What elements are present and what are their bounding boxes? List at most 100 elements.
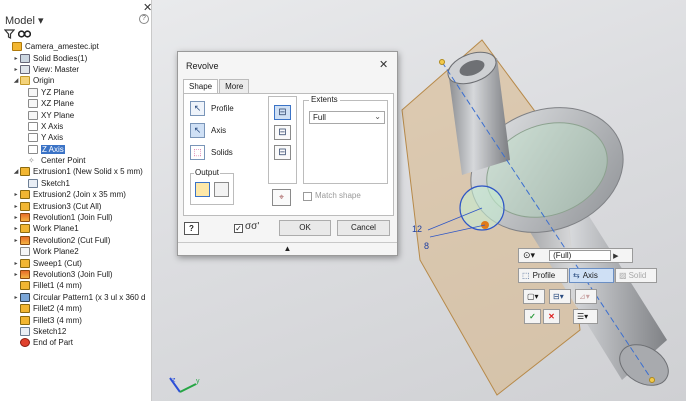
expand-toggle-icon[interactable]: ▸: [12, 271, 20, 278]
tab-shape[interactable]: Shape: [183, 79, 219, 93]
feature-icon: [20, 190, 30, 200]
tree-item[interactable]: Sketch1: [0, 178, 151, 189]
help-icon[interactable]: ?: [139, 14, 149, 24]
tree-item[interactable]: ◢ Extrusion1 (New Solid x 5 mm): [0, 166, 151, 177]
tree-item[interactable]: Work Plane2: [0, 246, 151, 257]
direction-flipped-button[interactable]: ⊟: [274, 125, 291, 140]
filter-icon[interactable]: [4, 29, 15, 39]
revolve-icon: [20, 270, 30, 279]
direction-symmetric-button[interactable]: ⊟: [274, 145, 291, 160]
mini-extents-select[interactable]: (Full): [549, 250, 612, 261]
mini-output-button[interactable]: ▢▾: [523, 289, 545, 304]
eop-icon: [20, 338, 30, 348]
solids-select-icon[interactable]: ⬚: [190, 145, 205, 160]
tree-item[interactable]: Fillet2 (4 mm): [0, 303, 151, 314]
output-label: Output: [194, 168, 221, 177]
tree-item[interactable]: ▸ Extrusion3 (Cut All): [0, 200, 151, 211]
svg-text:z: z: [172, 377, 176, 384]
mini-toolbar-extents[interactable]: ⊙▾ (Full) ▶: [518, 248, 633, 263]
direction-buttons: ⊟ ⊟ ⊟: [268, 96, 297, 184]
revolve-mode-icon[interactable]: ⊙▾: [523, 250, 535, 261]
mini-profile-button[interactable]: ⬚ Profile: [518, 268, 568, 283]
ok-button[interactable]: OK: [279, 220, 331, 236]
tree-item[interactable]: ✧ Center Point: [0, 155, 151, 166]
expand-toggle-icon[interactable]: ▸: [12, 214, 20, 221]
output-surface-button[interactable]: [214, 182, 229, 197]
mini-options-button[interactable]: ☰▾: [573, 309, 598, 324]
tree-item[interactable]: Fillet1 (4 mm): [0, 280, 151, 291]
output-group: Output: [190, 168, 234, 205]
mini-axis-button[interactable]: ⇆ Axis: [569, 268, 614, 283]
tree-item-label: Origin: [33, 76, 55, 86]
dimension-12: 12: [412, 224, 422, 234]
tree-item[interactable]: End of Part: [0, 337, 151, 348]
plane-icon: [20, 247, 30, 257]
mini-cancel-button[interactable]: ✕: [543, 309, 560, 324]
tree-item[interactable]: Camera_amestec.ipt: [0, 41, 151, 52]
expand-toggle-icon[interactable]: ▸: [12, 191, 20, 198]
dialog-close-icon[interactable]: ✕: [379, 58, 388, 71]
expand-toggle-icon[interactable]: ◢: [12, 168, 20, 175]
expand-toggle-icon[interactable]: ▸: [12, 260, 20, 267]
profile-label: Profile: [211, 104, 234, 113]
expand-toggle-icon[interactable]: ▸: [12, 237, 20, 244]
mini-ok-button[interactable]: ✓: [524, 309, 541, 324]
mini-solids-button[interactable]: ▨ Solid: [615, 268, 657, 283]
tree-item[interactable]: ▸ Extrusion2 (Join x 35 mm): [0, 189, 151, 200]
browser-close-icon[interactable]: ✕: [143, 1, 151, 14]
tree-item[interactable]: ▸ View: Master: [0, 64, 151, 75]
expand-toggle-icon[interactable]: ▸: [12, 66, 20, 73]
expand-toggle-icon[interactable]: ◢: [12, 77, 20, 84]
match-shape-icon[interactable]: ⌖: [272, 189, 291, 206]
tree-item[interactable]: ◢ Origin: [0, 75, 151, 86]
mini-direction-button[interactable]: ⊟▾: [549, 289, 571, 304]
feature-icon: [20, 258, 30, 268]
axis-label: Axis: [211, 126, 227, 135]
preview-glasses-icon: σσ': [245, 221, 260, 232]
tree-item-label: Revolution1 (Join Full): [33, 213, 113, 223]
tree-item[interactable]: ▸ Solid Bodies(1): [0, 52, 151, 63]
output-solid-button[interactable]: [195, 182, 210, 197]
expand-toggle-icon[interactable]: ▸: [12, 294, 20, 301]
tree-item[interactable]: ▸ Work Plane1: [0, 223, 151, 234]
tree-item[interactable]: ▸ Revolution3 (Join Full): [0, 269, 151, 280]
tree-item-label: Work Plane2: [33, 247, 79, 257]
tree-item[interactable]: Sketch12: [0, 326, 151, 337]
match-shape-checkbox[interactable]: [303, 192, 312, 201]
tree-item[interactable]: XY Plane: [0, 109, 151, 120]
expand-toggle-icon[interactable]: ▸: [12, 55, 20, 62]
expand-toggle-icon[interactable]: ▸: [12, 225, 20, 232]
feature-icon: [20, 304, 30, 314]
cancel-button[interactable]: Cancel: [337, 220, 390, 236]
axis-select-icon[interactable]: ↖: [190, 123, 205, 138]
tree-item[interactable]: Fillet3 (4 mm): [0, 314, 151, 325]
mini-extents-arrow-icon[interactable]: ▶: [613, 252, 618, 260]
preview-checkbox[interactable]: ✓: [234, 224, 243, 233]
tree-item[interactable]: ▸ Revolution2 (Cut Full): [0, 235, 151, 246]
browser-title-dropdown[interactable]: Model ▾: [5, 14, 44, 27]
tree-item[interactable]: XZ Plane: [0, 98, 151, 109]
tab-more[interactable]: More: [219, 79, 250, 93]
tree-item[interactable]: ▸ Revolution1 (Join Full): [0, 212, 151, 223]
tree-item-label: Fillet3 (4 mm): [33, 315, 82, 325]
tree-item[interactable]: ▸ Sweep1 (Cut): [0, 257, 151, 268]
tree-item[interactable]: YZ Plane: [0, 87, 151, 98]
profile-select-icon[interactable]: ↖: [190, 101, 205, 116]
direction-default-button[interactable]: ⊟: [274, 105, 291, 120]
tree-item[interactable]: Y Axis: [0, 132, 151, 143]
extents-label: Extents: [309, 95, 340, 104]
tree-item-label: Sketch12: [33, 326, 67, 336]
mini-operation-button[interactable]: ⊿▾: [575, 289, 597, 304]
dialog-expand-toggle[interactable]: ▲: [178, 242, 397, 255]
extents-value: Full: [313, 113, 326, 122]
tree-item[interactable]: ▸ Circular Pattern1 (x 3 ul x 360 d: [0, 292, 151, 303]
tree-item-label: Sweep1 (Cut): [33, 258, 82, 268]
profile-icon: ⬚: [522, 271, 530, 280]
axis-selector-row: ↖ Axis: [190, 123, 226, 138]
tree-item[interactable]: X Axis: [0, 121, 151, 132]
dialog-help-button[interactable]: ?: [184, 222, 199, 235]
expand-toggle-icon[interactable]: ▸: [12, 203, 20, 210]
plane-icon: [28, 110, 38, 120]
tree-item[interactable]: Z Axis: [0, 144, 151, 155]
extents-dropdown[interactable]: Full ⌄: [309, 111, 385, 124]
